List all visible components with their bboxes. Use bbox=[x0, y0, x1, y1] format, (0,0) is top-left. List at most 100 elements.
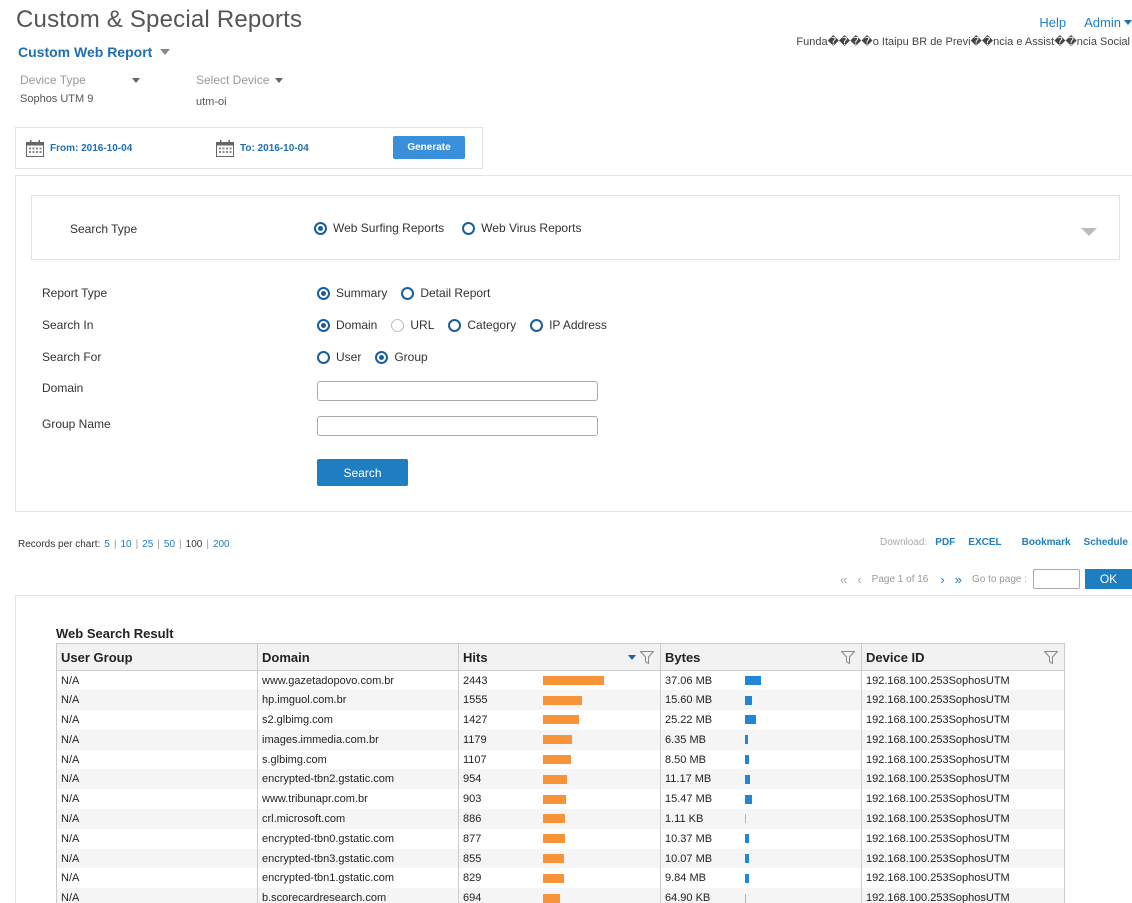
table-row[interactable]: N/A s.glbimg.com 1107 8.50 MB 192.168.100.25… bbox=[56, 749, 1065, 770]
group-name-label: Group Name bbox=[42, 417, 111, 431]
report-type-dropdown[interactable]: Custom Web Report bbox=[18, 44, 171, 60]
device-type-value: Sophos UTM 9 bbox=[20, 93, 94, 105]
column-header-hits[interactable]: Hits bbox=[458, 643, 661, 671]
cell-user-group: N/A bbox=[56, 848, 258, 869]
search-in-row: Search In Domain URL Category IP Address bbox=[42, 318, 607, 332]
cell-domain: crl.microsoft.com bbox=[257, 809, 459, 829]
option-label: User bbox=[336, 350, 362, 364]
cell-device-id: 192.168.100.253SophosUTM bbox=[861, 828, 1065, 849]
search-for-user[interactable]: User bbox=[317, 350, 361, 364]
admin-menu[interactable]: Admin bbox=[1084, 15, 1132, 30]
table-row[interactable]: N/A www.gazetadopovo.com.br 2443 37.06 MB 19… bbox=[56, 670, 1065, 691]
select-device-dropdown[interactable]: Select Device bbox=[196, 73, 284, 87]
table-row[interactable]: N/A encrypted-tbn2.gstatic.com 954 11.17 MB… bbox=[56, 769, 1065, 790]
cell-text: s2.glbimg.com bbox=[262, 713, 333, 726]
filter-icon[interactable] bbox=[1044, 651, 1058, 664]
cell-text: 192.168.100.253SophosUTM bbox=[866, 892, 1010, 903]
cell-domain: images.immedia.com.br bbox=[257, 729, 459, 750]
search-panel: Search Type Web Surfing Reports Web Viru… bbox=[15, 175, 1132, 512]
records-option-10[interactable]: 10 bbox=[120, 539, 131, 550]
cell-text: N/A bbox=[61, 773, 80, 786]
collapse-arrow-icon[interactable] bbox=[1081, 228, 1097, 236]
sort-desc-icon[interactable] bbox=[628, 655, 636, 660]
cell-text: 192.168.100.253SophosUTM bbox=[866, 832, 1010, 845]
cell-device-id: 192.168.100.253SophosUTM bbox=[861, 670, 1065, 691]
column-header-user-group[interactable]: User Group bbox=[56, 643, 258, 671]
cell-device-id: 192.168.100.253SophosUTM bbox=[861, 868, 1065, 889]
goto-page-input[interactable] bbox=[1033, 569, 1080, 589]
table-row[interactable]: N/A b.scorecardresearch.com 694 64.90 KB 192… bbox=[56, 888, 1065, 903]
prev-page-icon[interactable]: ‹ bbox=[857, 572, 861, 587]
option-label: Web Virus Reports bbox=[481, 221, 582, 235]
from-date-picker[interactable]: From: 2016-10-04 bbox=[26, 140, 132, 157]
column-header-device-id[interactable]: Device ID bbox=[861, 643, 1065, 671]
cell-text: N/A bbox=[61, 713, 80, 726]
search-in-ip-address[interactable]: IP Address bbox=[530, 318, 607, 332]
search-in-label: Search In bbox=[42, 318, 94, 332]
search-button[interactable]: Search bbox=[317, 459, 408, 486]
records-option-100[interactable]: 100 bbox=[186, 539, 203, 550]
cell-text: 2443 bbox=[463, 674, 488, 687]
device-type-dropdown[interactable]: Device Type bbox=[20, 73, 140, 87]
cell-text: 6.35 MB bbox=[665, 733, 706, 746]
separator: | bbox=[206, 539, 209, 550]
table-row[interactable]: N/A s2.glbimg.com 1427 25.22 MB 192.168.100.… bbox=[56, 710, 1065, 730]
results-table: User Group Domain Hits Bytes Device ID N… bbox=[56, 643, 1065, 903]
cell-text: 11.17 MB bbox=[665, 773, 712, 786]
table-row[interactable]: N/A images.immedia.com.br 1179 6.35 MB 192.1… bbox=[56, 729, 1065, 750]
page-indicator: Page 1 of 16 bbox=[871, 573, 929, 585]
download-pdf-link[interactable]: PDF bbox=[935, 537, 955, 548]
download-excel-link[interactable]: EXCEL bbox=[968, 537, 1001, 548]
cell-text: crl.microsoft.com bbox=[262, 812, 346, 825]
group-name-input[interactable] bbox=[317, 416, 598, 436]
table-row[interactable]: N/A encrypted-tbn1.gstatic.com 829 9.84 MB 1… bbox=[56, 868, 1065, 889]
table-row[interactable]: N/A encrypted-tbn0.gstatic.com 877 10.37 MB… bbox=[56, 828, 1065, 849]
bytes-bar bbox=[745, 794, 752, 804]
search-for-group[interactable]: Group bbox=[375, 350, 428, 364]
filter-icon[interactable] bbox=[841, 651, 855, 664]
bytes-bar bbox=[745, 814, 746, 824]
cell-text: www.gazetadopovo.com.br bbox=[262, 674, 395, 687]
goto-ok-button[interactable]: OK bbox=[1085, 569, 1132, 589]
search-type-web-virus[interactable]: Web Virus Reports bbox=[462, 221, 581, 235]
separator: | bbox=[135, 539, 139, 550]
table-row[interactable]: N/A hp.imguol.com.br 1555 15.60 MB 192.168.1… bbox=[56, 690, 1065, 711]
column-header-domain[interactable]: Domain bbox=[257, 643, 459, 671]
search-type-web-surfing[interactable]: Web Surfing Reports bbox=[314, 221, 444, 235]
cell-text: 15.60 MB bbox=[665, 694, 713, 707]
records-option-200[interactable]: 200 bbox=[213, 539, 230, 550]
first-page-icon[interactable]: « bbox=[840, 572, 847, 587]
to-date-picker[interactable]: To: 2016-10-04 bbox=[216, 140, 309, 157]
separator: | bbox=[179, 539, 182, 550]
report-type-row: Report Type Summary Detail Report bbox=[42, 286, 490, 300]
records-option-25[interactable]: 25 bbox=[142, 539, 153, 550]
cell-hits: 829 bbox=[458, 868, 661, 889]
next-page-icon[interactable]: › bbox=[940, 572, 944, 587]
cell-domain: encrypted-tbn1.gstatic.com bbox=[257, 868, 459, 889]
schedule-link[interactable]: Schedule bbox=[1084, 537, 1128, 548]
cell-text: 1179 bbox=[463, 733, 487, 746]
table-row[interactable]: N/A www.tribunapr.com.br 903 15.47 MB 192.16… bbox=[56, 789, 1065, 810]
cell-device-id: 192.168.100.253SophosUTM bbox=[861, 789, 1065, 810]
column-header-bytes[interactable]: Bytes bbox=[660, 643, 862, 671]
domain-input[interactable] bbox=[317, 381, 598, 401]
search-in-url[interactable]: URL bbox=[391, 318, 434, 332]
cell-domain: encrypted-tbn3.gstatic.com bbox=[257, 848, 459, 869]
bookmark-link[interactable]: Bookmark bbox=[1022, 537, 1071, 548]
filter-icon[interactable] bbox=[640, 651, 654, 664]
radio-unchecked-icon bbox=[317, 350, 330, 364]
report-type-detail[interactable]: Detail Report bbox=[401, 286, 490, 300]
help-link[interactable]: Help bbox=[1039, 15, 1066, 30]
records-option-50[interactable]: 50 bbox=[164, 539, 175, 550]
search-in-category[interactable]: Category bbox=[448, 318, 516, 332]
cell-text: 829 bbox=[463, 872, 482, 885]
report-type-summary[interactable]: Summary bbox=[317, 286, 387, 300]
table-row[interactable]: N/A encrypted-tbn3.gstatic.com 855 10.07 MB… bbox=[56, 848, 1065, 869]
search-in-domain[interactable]: Domain bbox=[317, 318, 377, 332]
cell-text: images.immedia.com.br bbox=[262, 733, 379, 746]
generate-button[interactable]: Generate bbox=[393, 136, 465, 159]
records-option-5[interactable]: 5 bbox=[104, 539, 110, 550]
chevron-down-icon bbox=[160, 49, 171, 55]
table-row[interactable]: N/A crl.microsoft.com 886 1.11 KB 192.168.10… bbox=[56, 809, 1065, 829]
last-page-icon[interactable]: » bbox=[955, 572, 962, 587]
